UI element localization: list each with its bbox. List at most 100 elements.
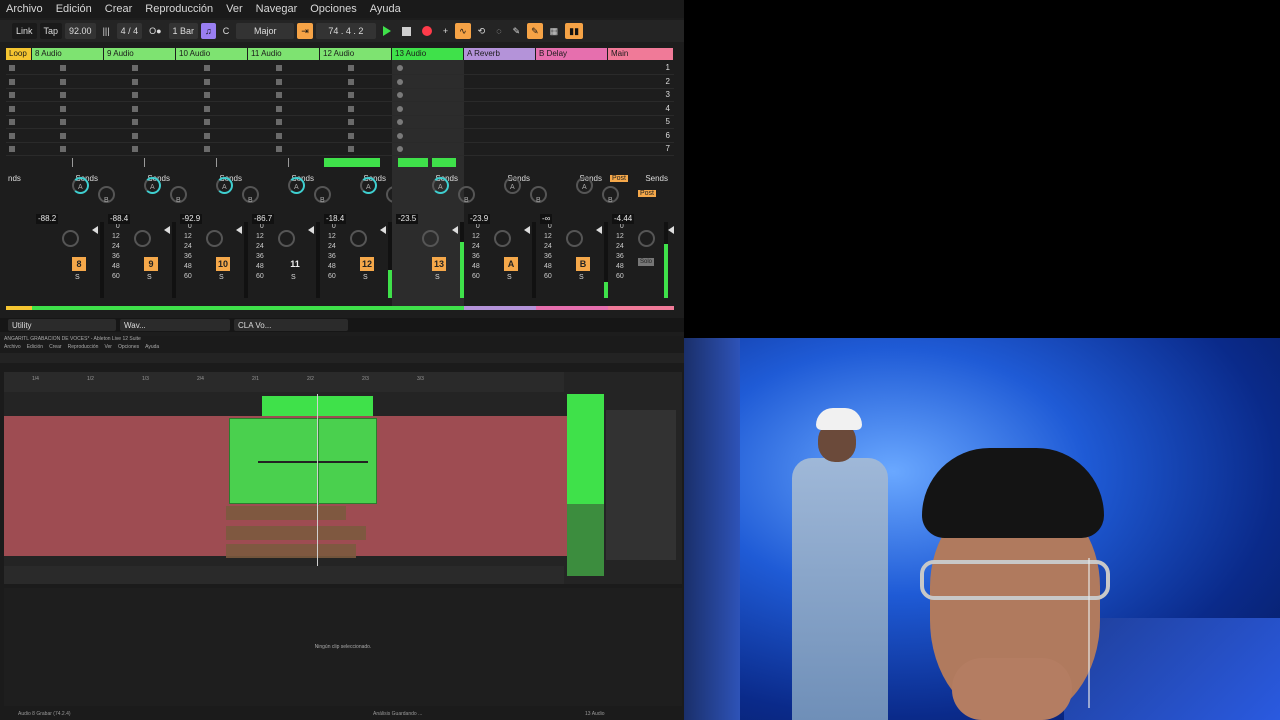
- track-title[interactable]: Loop: [6, 48, 32, 60]
- clip-slot[interactable]: [464, 62, 536, 75]
- clip-slot[interactable]: [392, 116, 464, 129]
- metronome-icon[interactable]: |||: [99, 23, 114, 39]
- clip-slot[interactable]: [320, 103, 392, 116]
- clip-slot[interactable]: [320, 62, 392, 75]
- volume-readout[interactable]: -88.4: [108, 214, 131, 224]
- scale-mode-icon[interactable]: ♫: [201, 23, 216, 39]
- fader-handle[interactable]: [236, 226, 242, 234]
- clip-slot[interactable]: [392, 103, 464, 116]
- clip-slot[interactable]: [248, 76, 320, 89]
- loop-icon[interactable]: ⟲: [474, 23, 490, 39]
- volume-readout[interactable]: -∞: [540, 214, 553, 224]
- solo-button[interactable]: S: [435, 274, 440, 281]
- pan-knob[interactable]: [278, 230, 295, 247]
- track-header-dark[interactable]: [567, 504, 604, 576]
- volume-readout[interactable]: -4.44: [612, 214, 635, 224]
- track-title[interactable]: 13 Audio: [392, 48, 464, 60]
- volume-readout[interactable]: -23.5: [396, 214, 419, 224]
- arrangement-position-field[interactable]: 74 . 4 . 2: [315, 23, 376, 39]
- menu-opciones[interactable]: Opciones: [310, 3, 356, 15]
- clip-slot[interactable]: [104, 143, 176, 156]
- quantize-select[interactable]: 1 Bar: [168, 23, 199, 39]
- clip-slot[interactable]: [248, 89, 320, 102]
- clip-slot[interactable]: [104, 76, 176, 89]
- clip-slot[interactable]: 3: [608, 89, 674, 102]
- clip-slot[interactable]: [392, 76, 464, 89]
- track-title[interactable]: 9 Audio: [104, 48, 176, 60]
- track-activator[interactable]: B: [576, 257, 590, 271]
- time-ruler[interactable]: [4, 566, 564, 584]
- clip-slot[interactable]: [320, 143, 392, 156]
- audio-clip[interactable]: [226, 506, 346, 520]
- volume-readout[interactable]: -23.9: [468, 214, 491, 224]
- play-button[interactable]: [379, 23, 395, 39]
- capture-menu-item[interactable]: Opciones: [118, 344, 139, 350]
- capture-menu-item[interactable]: Reproducción: [68, 344, 99, 350]
- device-utility[interactable]: Utility: [8, 319, 116, 331]
- post-toggle[interactable]: Post: [610, 175, 629, 182]
- clip-slot[interactable]: [392, 89, 464, 102]
- volume-readout[interactable]: -18.4: [324, 214, 347, 224]
- pan-knob[interactable]: [350, 230, 367, 247]
- clip-slot[interactable]: [104, 89, 176, 102]
- clip-slot[interactable]: [6, 130, 32, 143]
- fader-handle[interactable]: [308, 226, 314, 234]
- clip-slot[interactable]: [32, 62, 104, 75]
- menu-ver[interactable]: Ver: [226, 3, 243, 15]
- track-title[interactable]: Main: [608, 48, 674, 60]
- pan-knob[interactable]: [206, 230, 223, 247]
- clip-slot[interactable]: [32, 103, 104, 116]
- menu-navegar[interactable]: Navegar: [256, 3, 298, 15]
- scene-number[interactable]: 6: [666, 131, 670, 140]
- clip-slot[interactable]: [32, 143, 104, 156]
- track-activator[interactable]: 12: [360, 257, 374, 271]
- stop-button[interactable]: [398, 23, 415, 39]
- pan-knob[interactable]: [62, 230, 79, 247]
- tap-button[interactable]: Tap: [39, 23, 63, 39]
- track-title[interactable]: B Delay: [536, 48, 608, 60]
- playhead[interactable]: [317, 394, 318, 584]
- volume-readout[interactable]: -88.2: [36, 214, 59, 224]
- volume-readout[interactable]: -92.9: [180, 214, 203, 224]
- time-signature-field[interactable]: 4 / 4: [116, 23, 143, 39]
- solo-button[interactable]: S: [219, 274, 224, 281]
- link-button[interactable]: Link: [12, 23, 37, 39]
- fader-handle[interactable]: [596, 226, 602, 234]
- clip-slot[interactable]: [6, 116, 32, 129]
- clip-slot[interactable]: [104, 103, 176, 116]
- grid-icon[interactable]: ▦: [546, 23, 563, 39]
- clip-slot[interactable]: [104, 62, 176, 75]
- clip-slot[interactable]: [6, 62, 32, 75]
- clip-slot[interactable]: [464, 76, 536, 89]
- arrangement-ruler[interactable]: 1/4 1/2 1/3 2/4 2/1 2/2 2/3 3/3: [4, 372, 564, 392]
- clip-slot[interactable]: [32, 116, 104, 129]
- capture-menu-item[interactable]: Ver: [104, 344, 112, 350]
- scene-number[interactable]: 3: [666, 90, 670, 99]
- pan-knob[interactable]: [134, 230, 151, 247]
- track-activator[interactable]: 9: [144, 257, 158, 271]
- capture-menu-item[interactable]: Crear: [49, 344, 62, 350]
- punch-icon[interactable]: ◌: [492, 23, 505, 39]
- clip-slot[interactable]: [464, 130, 536, 143]
- clip-slot[interactable]: [176, 62, 248, 75]
- track-title[interactable]: A Reverb: [464, 48, 536, 60]
- scene-number[interactable]: 2: [666, 77, 670, 86]
- clip-slot[interactable]: [32, 130, 104, 143]
- clip-slot[interactable]: [248, 103, 320, 116]
- clip-slot[interactable]: [536, 103, 608, 116]
- pan-knob[interactable]: [638, 230, 655, 247]
- clip-slot[interactable]: 2: [608, 76, 674, 89]
- solo-button[interactable]: S: [75, 274, 80, 281]
- scene-number[interactable]: 4: [666, 104, 670, 113]
- clip-slot[interactable]: [464, 89, 536, 102]
- solo-button[interactable]: S: [579, 274, 584, 281]
- pencil-icon[interactable]: ✎: [527, 23, 543, 39]
- clip-slot[interactable]: [536, 62, 608, 75]
- scene-number[interactable]: 7: [666, 144, 670, 153]
- clip-slot[interactable]: [32, 76, 104, 89]
- solo-button[interactable]: S: [363, 274, 368, 281]
- clip-slot[interactable]: [320, 76, 392, 89]
- track-activator[interactable]: 10: [216, 257, 230, 271]
- fader-handle[interactable]: [668, 226, 674, 234]
- track-title[interactable]: 12 Audio: [320, 48, 392, 60]
